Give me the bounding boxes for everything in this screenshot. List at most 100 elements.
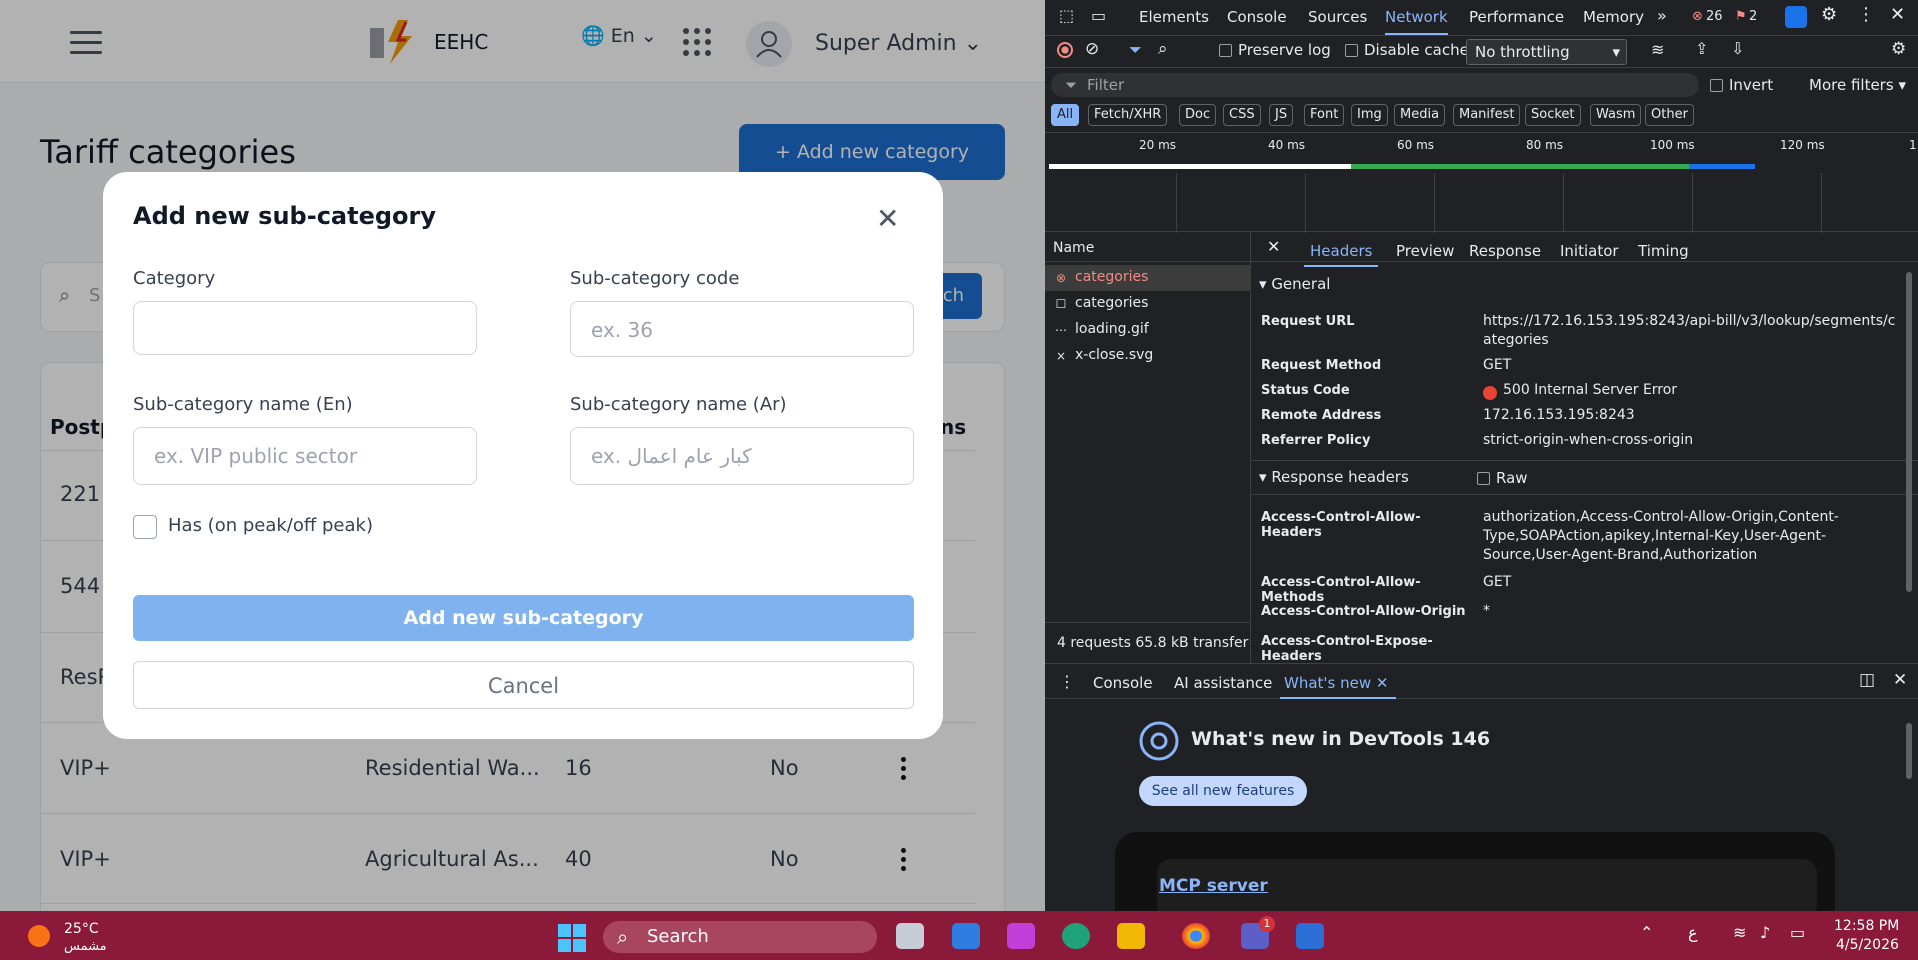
tab-headers[interactable]: Headers bbox=[1303, 242, 1379, 267]
network-timeline[interactable]: 20 ms 40 ms 60 ms 80 ms 100 ms 120 ms 1 bbox=[1045, 132, 1918, 233]
type-filter-chip[interactable]: Manifest bbox=[1453, 104, 1521, 126]
clock-time[interactable]: 12:58 PM bbox=[1834, 918, 1899, 934]
wifi-icon[interactable]: ≋ bbox=[1733, 923, 1746, 942]
name-en-field[interactable]: ex. VIP public sector bbox=[133, 427, 477, 485]
tab-timing[interactable]: Timing bbox=[1638, 242, 1689, 260]
name-column-header[interactable]: Name bbox=[1045, 232, 1251, 262]
teams-badge: 1 bbox=[1259, 916, 1275, 932]
battery-icon[interactable]: ▭ bbox=[1790, 923, 1805, 942]
more-tabs-icon[interactable]: » bbox=[1657, 6, 1667, 25]
general-section-toggle[interactable]: ▾ General bbox=[1259, 275, 1330, 293]
tab-memory[interactable]: Memory bbox=[1583, 8, 1644, 26]
type-filter-chip[interactable]: Font bbox=[1304, 104, 1345, 126]
type-filter-chip[interactable]: All bbox=[1051, 104, 1080, 126]
filter-input[interactable]: ⏷ Filter bbox=[1051, 73, 1699, 97]
drawer-tab-ai[interactable]: AI assistance bbox=[1174, 674, 1272, 692]
scrollbar[interactable] bbox=[1906, 723, 1912, 779]
record-icon[interactable] bbox=[1057, 42, 1073, 58]
header-value: GET bbox=[1483, 357, 1512, 373]
tab-sources[interactable]: Sources bbox=[1308, 8, 1367, 26]
raw-checkbox[interactable]: Raw bbox=[1477, 469, 1528, 487]
gear-icon[interactable]: ⚙ bbox=[1821, 4, 1837, 25]
input-language[interactable]: ع bbox=[1688, 923, 1698, 942]
task-view-icon[interactable] bbox=[896, 923, 924, 949]
network-conditions-icon[interactable]: ≋ bbox=[1651, 40, 1664, 59]
download-icon[interactable]: ⇩ bbox=[1731, 39, 1744, 58]
type-filter-chip[interactable]: Fetch/XHR bbox=[1088, 104, 1168, 126]
drawer-tab-console[interactable]: Console bbox=[1093, 674, 1153, 692]
dock-icon[interactable]: ◫ bbox=[1859, 670, 1875, 690]
type-filter-chip[interactable]: Media bbox=[1394, 104, 1446, 126]
volume-icon[interactable]: ♪ bbox=[1760, 923, 1770, 942]
tab-initiator[interactable]: Initiator bbox=[1560, 242, 1619, 260]
type-filter-chip[interactable]: Socket bbox=[1525, 104, 1581, 126]
tab-performance[interactable]: Performance bbox=[1469, 8, 1564, 26]
drawer-tab-whats-new[interactable]: What's new ✕ bbox=[1284, 674, 1388, 692]
preserve-log-checkbox[interactable]: Preserve log bbox=[1219, 41, 1331, 59]
weather-icon[interactable] bbox=[28, 925, 50, 947]
name-ar-field[interactable]: ex. كبار عام اعمال bbox=[570, 427, 914, 485]
category-field[interactable] bbox=[133, 301, 477, 355]
type-filter-chip[interactable]: Doc bbox=[1179, 104, 1217, 126]
cancel-button[interactable]: Cancel bbox=[133, 661, 914, 709]
peak-checkbox[interactable] bbox=[133, 515, 157, 539]
response-headers-toggle[interactable]: ▾ Response headers bbox=[1259, 468, 1409, 486]
detail-tabs: ✕ Headers Preview Response Initiator Tim… bbox=[1251, 232, 1918, 267]
more-vert-icon[interactable]: ⋮ bbox=[1059, 672, 1075, 691]
type-filter-chip[interactable]: CSS bbox=[1223, 104, 1261, 126]
more-filters-button[interactable]: More filters ▾ bbox=[1809, 76, 1906, 94]
windows-start-icon[interactable] bbox=[558, 924, 586, 952]
request-row[interactable]: ⋯ loading.gif bbox=[1045, 317, 1251, 343]
clock-date[interactable]: 4/5/2026 bbox=[1836, 937, 1899, 953]
header-value: strict-origin-when-cross-origin bbox=[1483, 432, 1694, 448]
tab-console[interactable]: Console bbox=[1227, 8, 1287, 26]
taskbar-search[interactable]: ⌕ Search bbox=[603, 921, 877, 953]
header-key: Referrer Policy bbox=[1261, 433, 1371, 448]
close-icon[interactable]: ✕ bbox=[1376, 674, 1389, 692]
filter-row: ⏷ Filter Invert More filters ▾ bbox=[1045, 68, 1918, 100]
submit-button[interactable]: Add new sub-category bbox=[133, 595, 914, 641]
more-vert-icon[interactable]: ⋮ bbox=[1857, 4, 1875, 25]
gear-icon[interactable]: ⚙ bbox=[1891, 39, 1906, 59]
type-filter-chip[interactable]: Img bbox=[1351, 104, 1388, 126]
type-filter-chip[interactable]: JS bbox=[1269, 104, 1294, 126]
close-icon[interactable]: ✕ bbox=[876, 202, 899, 235]
tab-preview[interactable]: Preview bbox=[1396, 242, 1454, 260]
warning-icon[interactable]: ⚑ bbox=[1735, 9, 1747, 24]
search-icon: ⌕ bbox=[617, 925, 629, 949]
mcp-server-link[interactable]: MCP server bbox=[1159, 876, 1268, 896]
microsoft-365-icon[interactable] bbox=[1007, 923, 1035, 949]
tab-elements[interactable]: Elements bbox=[1139, 8, 1209, 26]
inspect-icon[interactable]: ⬚ bbox=[1059, 6, 1074, 25]
clear-icon[interactable]: ⊘ bbox=[1085, 39, 1099, 59]
filter-icon[interactable]: ⏷ bbox=[1129, 40, 1142, 60]
file-explorer-icon[interactable] bbox=[1117, 923, 1145, 949]
device-icon[interactable]: ▭ bbox=[1091, 6, 1106, 25]
request-row[interactable]: ⊗ categories bbox=[1045, 265, 1251, 291]
close-icon[interactable]: ✕ bbox=[1890, 4, 1905, 25]
word-icon[interactable] bbox=[1296, 923, 1324, 949]
ai-icon[interactable] bbox=[1785, 6, 1807, 28]
error-icon[interactable]: ⊗ bbox=[1692, 9, 1703, 24]
request-row[interactable]: × x-close.svg bbox=[1045, 343, 1251, 369]
code-field[interactable]: ex. 36 bbox=[570, 301, 914, 357]
search-icon[interactable]: ⌕ bbox=[1158, 39, 1168, 59]
tab-response[interactable]: Response bbox=[1469, 242, 1541, 260]
tab-network[interactable]: Network bbox=[1385, 8, 1448, 35]
disable-cache-checkbox[interactable]: Disable cache bbox=[1345, 41, 1469, 59]
chrome-icon[interactable] bbox=[1182, 923, 1210, 949]
throttling-select[interactable]: No throttling ▾ bbox=[1466, 39, 1627, 65]
chevron-up-icon[interactable]: ⌃ bbox=[1640, 923, 1653, 942]
upload-icon[interactable]: ⇪ bbox=[1695, 39, 1708, 58]
close-icon[interactable]: ✕ bbox=[1267, 237, 1280, 256]
close-icon[interactable]: ✕ bbox=[1893, 670, 1907, 690]
scrollbar[interactable] bbox=[1906, 272, 1912, 592]
see-all-features-button[interactable]: See all new features bbox=[1139, 776, 1307, 806]
edge-icon[interactable] bbox=[1062, 923, 1090, 949]
type-filter-chip[interactable]: Wasm bbox=[1590, 104, 1642, 126]
outlook-icon[interactable] bbox=[952, 923, 980, 949]
type-filter-chip[interactable]: Other bbox=[1645, 104, 1694, 126]
weather-temp[interactable]: 25°C bbox=[64, 921, 99, 937]
request-row[interactable]: ☐ categories bbox=[1045, 291, 1251, 317]
invert-checkbox[interactable]: Invert bbox=[1710, 76, 1773, 94]
